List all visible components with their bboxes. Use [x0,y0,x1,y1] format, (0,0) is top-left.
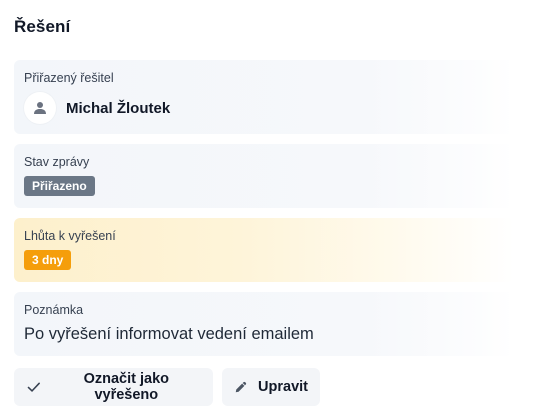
section-title: Řešení [14,17,71,36]
edit-label: Upravit [258,379,308,395]
check-icon [27,382,40,392]
pencil-icon [235,381,247,393]
assignee-card: Přiřazený řešitel Michal Žloutek [14,60,514,134]
status-label: Stav zprávy [24,155,90,169]
deadline-card: Lhůta k vyřešení 3 dny [14,218,514,282]
status-badge: Přiřazeno [24,176,95,196]
deadline-badge: 3 dny [24,250,72,270]
mark-resolved-button[interactable]: Označit jako vyřešeno [14,368,213,406]
edit-button[interactable]: Upravit [222,368,320,406]
user-icon [34,102,46,114]
deadline-label: Lhůta k vyřešení [24,229,116,243]
avatar [24,92,56,124]
mark-resolved-label: Označit jako vyřešeno [83,371,170,403]
assignee-label: Přiřazený řešitel [24,71,114,85]
assignee-name: Michal Žloutek [66,99,171,117]
note-text: Po vyřešení informovat vedení emailem [24,325,314,343]
note-label: Poznámka [24,303,84,317]
note-card: Poznámka Po vyřešení informovat vedení e… [14,292,514,356]
resolution-panel: Řešení Přiřazený řešitel Michal Žloutek … [0,0,550,417]
status-card: Stav zprávy Přiřazeno [14,144,514,208]
assignee-row: Michal Žloutek [24,92,504,124]
